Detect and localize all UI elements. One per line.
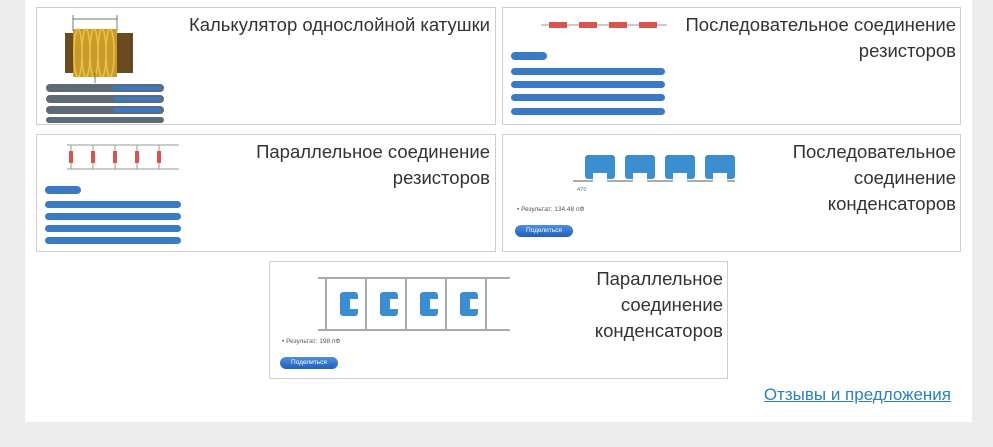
link-field-thumb bbox=[511, 81, 665, 88]
link-field-thumb bbox=[511, 108, 665, 115]
card-title: Параллельное соединение конденсаторов bbox=[523, 266, 723, 344]
parallel-capacitors-icon bbox=[318, 277, 510, 331]
capacitor-label: C2 bbox=[629, 149, 635, 154]
title-line: резисторов bbox=[392, 167, 490, 188]
link-field-thumb bbox=[511, 94, 665, 101]
title-line: Последовательное соединение bbox=[685, 14, 956, 35]
share-button[interactable]: Поделиться bbox=[515, 225, 573, 237]
title-line: конденсаторов bbox=[594, 320, 723, 341]
title-line: соединение bbox=[620, 294, 723, 315]
card-series-capacitors[interactable]: Последовательное соединение конденсаторо… bbox=[502, 134, 961, 252]
capacitor-label: C3 bbox=[669, 149, 675, 154]
link-field-thumb bbox=[45, 213, 181, 220]
title-line: Последовательное bbox=[792, 141, 956, 162]
card-title: Параллельное соединение резисторов bbox=[190, 139, 490, 191]
card-title: Калькулятор однослойной катушки bbox=[170, 12, 490, 38]
link-field-thumb bbox=[45, 225, 181, 232]
card-series-resistors[interactable]: Последовательное соединение резисторов bbox=[502, 7, 961, 125]
title-line: Параллельное соединение bbox=[256, 141, 490, 162]
card-title: Последовательное соединение конденсаторо… bbox=[736, 139, 956, 217]
coil-diagram-icon bbox=[46, 15, 164, 123]
card-coil-calculator[interactable]: Калькулятор однослойной катушки bbox=[36, 7, 496, 125]
share-button-thumb bbox=[45, 186, 81, 194]
capacitor-label: C4 bbox=[709, 149, 715, 154]
series-capacitors-icon: 470 bbox=[573, 155, 735, 193]
title-line: конденсаторов bbox=[827, 193, 956, 214]
card-parallel-resistors[interactable]: Параллельное соединение резисторов bbox=[36, 134, 496, 252]
parallel-resistors-icon bbox=[67, 144, 179, 170]
share-button[interactable]: Поделиться bbox=[280, 357, 338, 369]
title-line: резисторов bbox=[858, 40, 956, 61]
result-text: • Результат: 134.48 пФ bbox=[517, 206, 585, 213]
link-field-thumb bbox=[45, 237, 181, 244]
series-resistors-icon bbox=[541, 22, 667, 28]
share-button-thumb bbox=[511, 52, 547, 60]
content-area: Калькулятор однослойной катушки Последов… bbox=[25, 0, 972, 422]
title-line: Параллельное bbox=[596, 268, 723, 289]
result-text: • Результат: 198 пФ bbox=[282, 338, 341, 345]
feedback-link[interactable]: Отзывы и предложения bbox=[764, 385, 951, 405]
svg-text:470: 470 bbox=[577, 187, 587, 193]
title-line: соединение bbox=[853, 167, 956, 188]
capacitor-label: C1 bbox=[589, 149, 595, 154]
link-field-thumb bbox=[45, 201, 181, 208]
card-parallel-capacitors[interactable]: Параллельное соединение конденсаторов • … bbox=[269, 261, 728, 379]
title-line: Калькулятор однослойной катушки bbox=[188, 14, 490, 35]
link-field-thumb bbox=[511, 68, 665, 75]
card-title: Последовательное соединение резисторов bbox=[656, 12, 956, 64]
